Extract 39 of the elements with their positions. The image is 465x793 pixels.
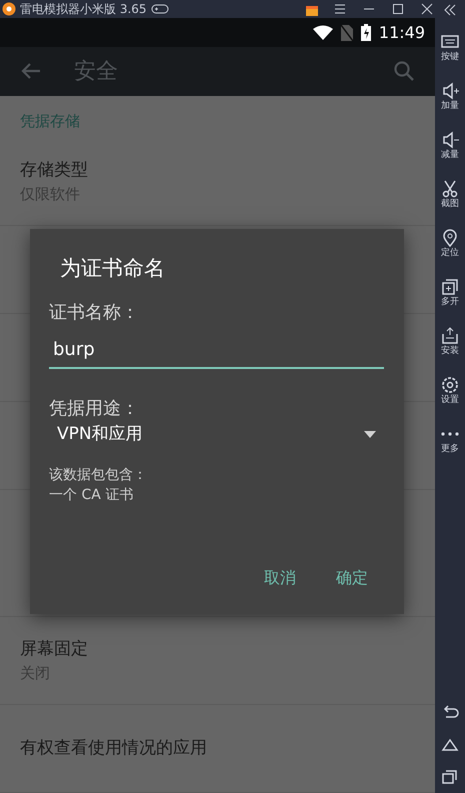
toolbar-button[interactable]: 加量 [440, 81, 460, 124]
name-input[interactable]: burp [49, 330, 384, 368]
more-icon [440, 432, 460, 436]
settings-icon [440, 375, 460, 395]
gamepad-icon[interactable] [150, 3, 169, 15]
dropdown-caret-icon [364, 430, 376, 438]
toolbar-button[interactable]: 定位 [440, 228, 460, 271]
toolbar-button[interactable]: 设置 [440, 375, 460, 418]
toolbar-button[interactable]: 减量 [440, 130, 460, 173]
window-title: 雷电模拟器小米版 3.65 [20, 1, 147, 18]
collapse-icon[interactable] [442, 2, 458, 18]
page-title: 安全 [74, 58, 119, 86]
info-text: 该数据包包含： [49, 466, 148, 485]
cancel-button[interactable]: 取消 [248, 558, 312, 598]
usage-dropdown[interactable]: VPN和应用 [49, 422, 384, 447]
ok-button[interactable]: 确定 [320, 558, 384, 598]
wifi-icon [312, 24, 333, 41]
clock: 11:49 [378, 22, 425, 44]
dialog-title: 为证书命名 [59, 255, 166, 282]
no-sim-icon [340, 24, 353, 41]
toolbar-button[interactable]: 按键 [440, 32, 460, 75]
item-title: 屏幕固定 [20, 638, 89, 660]
scissors-icon [440, 179, 460, 199]
item-title: 有权查看使用情况的应用 [20, 736, 208, 760]
section-header: 凭据存储 [19, 110, 81, 132]
toolbar-button[interactable]: 更多 [440, 424, 460, 467]
multi-window-icon [440, 277, 460, 297]
info-text: 一个 CA 证书 [49, 486, 134, 506]
toolbar-button[interactable]: 安装 [440, 326, 460, 369]
field-label: 证书名称： [49, 300, 140, 324]
maximize-icon[interactable] [390, 1, 406, 17]
item-title: 存储类型 [20, 158, 89, 182]
toolbar-button[interactable]: 多开 [440, 277, 460, 320]
install-icon [440, 326, 460, 346]
field-label: 凭据用途： [49, 396, 140, 420]
battery-icon [360, 24, 371, 42]
logo-icon [2, 2, 16, 16]
toolbar-button[interactable]: 截图 [440, 179, 460, 222]
close-icon[interactable] [419, 1, 435, 17]
